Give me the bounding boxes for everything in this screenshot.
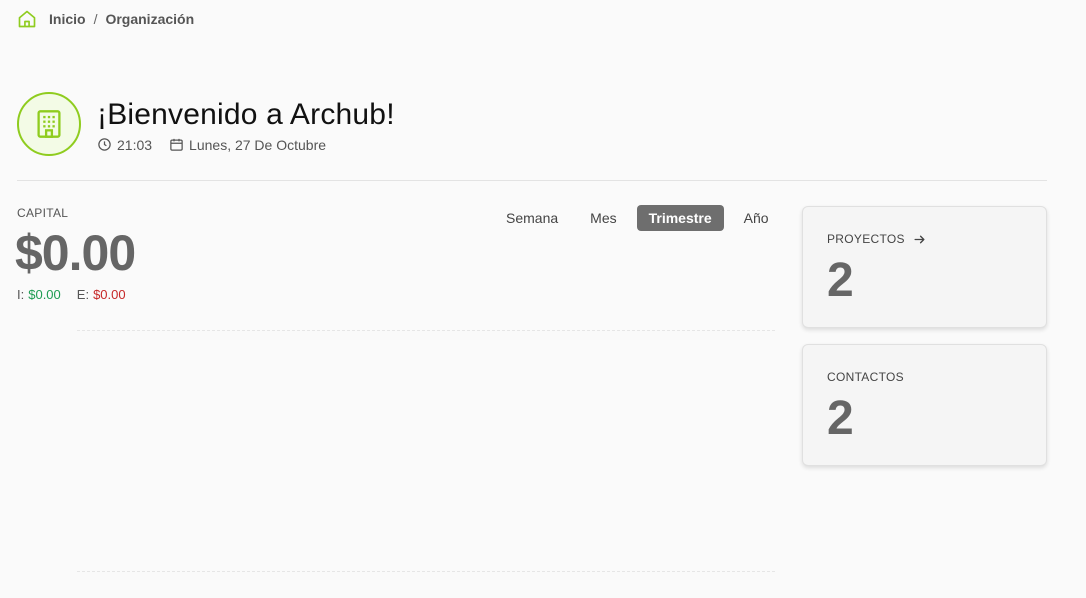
contacts-card[interactable]: CONTACTOS 2 [802, 344, 1047, 466]
period-selector: Semana Mes Trimestre Año [494, 205, 789, 231]
contacts-count: 2 [827, 392, 854, 445]
home-icon[interactable] [17, 9, 37, 29]
capital-label: CAPITAL [17, 206, 69, 220]
welcome-header: ¡Bienvenido a Archub! 21:03 Lunes, 27 De… [17, 92, 395, 156]
breadcrumb-item-organizacion[interactable]: Organización [105, 11, 194, 27]
projects-card[interactable]: PROYECTOS 2 [802, 206, 1047, 328]
income-summary: I: $0.00 [17, 287, 61, 302]
income-prefix: I: [17, 287, 25, 302]
contacts-card-label: CONTACTOS [827, 370, 904, 384]
expense-value: $0.00 [93, 287, 126, 302]
page-title: ¡Bienvenido a Archub! [97, 97, 395, 131]
period-mes[interactable]: Mes [578, 205, 628, 231]
projects-count: 2 [827, 254, 854, 307]
chart-gridline-bottom [77, 571, 775, 572]
breadcrumb-separator: / [93, 11, 98, 27]
arrow-right-icon [914, 235, 925, 243]
date-display: Lunes, 27 De Octubre [169, 137, 326, 153]
header-meta: 21:03 Lunes, 27 De Octubre [97, 137, 395, 153]
chart-gridline-top [77, 330, 775, 331]
time-display: 21:03 [97, 137, 152, 153]
income-expense-summary: I: $0.00 E: $0.00 [17, 287, 142, 302]
breadcrumb-item-inicio[interactable]: Inicio [49, 11, 86, 27]
clock-icon [98, 138, 111, 151]
period-trimestre[interactable]: Trimestre [636, 205, 724, 231]
contacts-card-header: CONTACTOS [827, 370, 904, 384]
organization-avatar [17, 92, 81, 156]
expense-summary: E: $0.00 [77, 287, 126, 302]
projects-card-label: PROYECTOS [827, 232, 905, 246]
breadcrumb: Inicio / Organización [17, 9, 194, 29]
calendar-icon [170, 138, 183, 151]
section-divider [17, 180, 1047, 181]
period-ano[interactable]: Año [732, 205, 781, 231]
projects-card-header: PROYECTOS [827, 232, 926, 246]
time-text: 21:03 [117, 136, 153, 153]
expense-prefix: E: [76, 287, 90, 302]
building-icon [37, 110, 61, 138]
capital-chart [77, 330, 775, 572]
income-value: $0.00 [28, 287, 61, 302]
date-text: Lunes, 27 De Octubre [189, 136, 327, 153]
period-semana[interactable]: Semana [494, 205, 570, 231]
capital-value: $0.00 [15, 225, 136, 281]
